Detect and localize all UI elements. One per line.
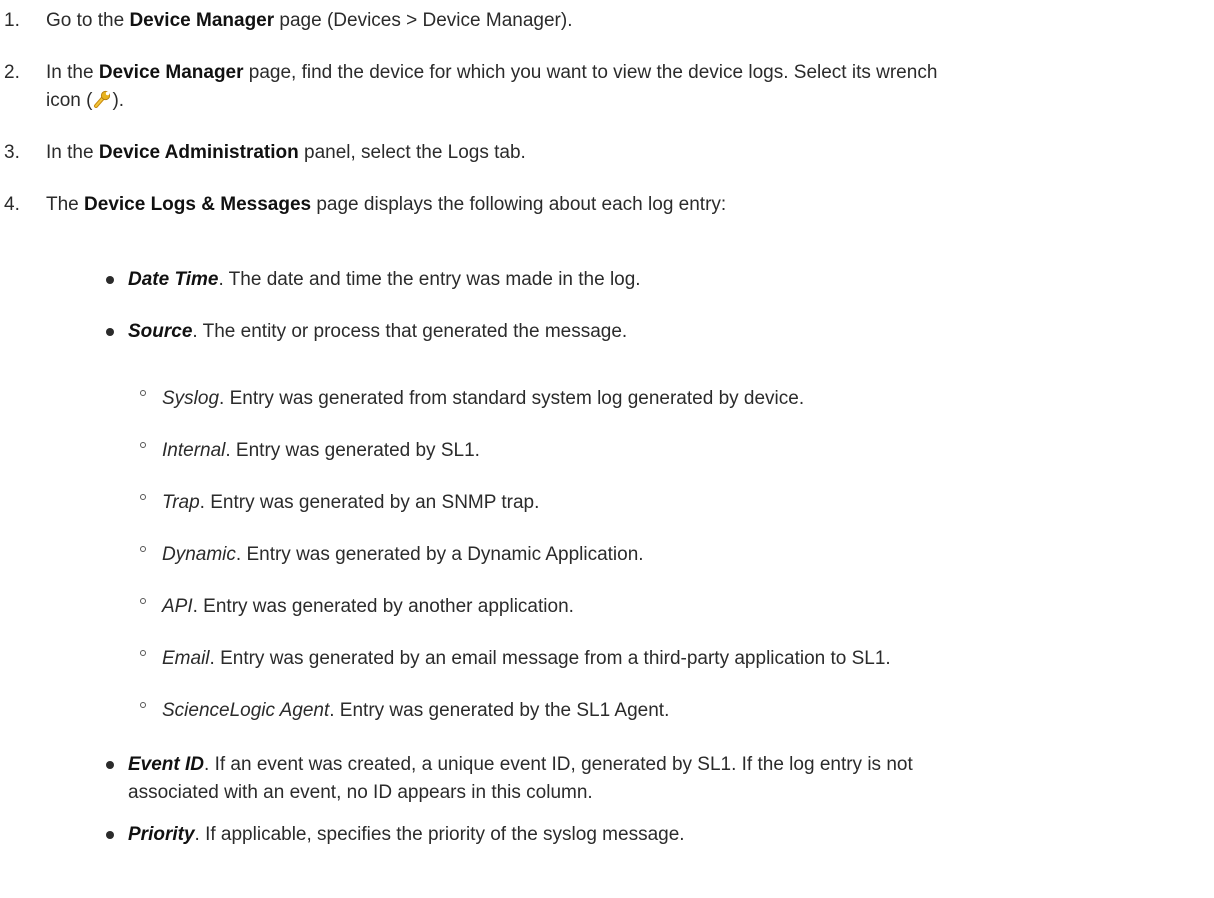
step-2-continued: icon (). xyxy=(46,86,1206,115)
wrench-icon xyxy=(94,90,111,108)
field-description: . If applicable, specifies the priority … xyxy=(194,824,685,845)
source-description: . Entry was generated by another applica… xyxy=(192,596,574,617)
document-page: 1. Go to the Device Manager page (Device… xyxy=(0,0,1214,898)
source-trap: Trap. Entry was generated by an SNMP tra… xyxy=(162,488,1202,517)
step-text: The xyxy=(46,194,85,215)
ui-term: Device Manager xyxy=(98,62,244,83)
step-text: icon ( xyxy=(46,90,93,111)
step-text: panel, select the Logs tab. xyxy=(298,142,526,163)
sub-bullet-dot xyxy=(140,390,146,396)
source-dynamic: Dynamic. Entry was generated by a Dynami… xyxy=(162,540,1202,569)
field-description: . The date and time the entry was made i… xyxy=(218,269,641,290)
bullet-dot xyxy=(106,761,114,769)
source-email: Email. Entry was generated by an email m… xyxy=(162,644,1202,673)
source-sciencelogic-agent: ScienceLogic Agent. Entry was generated … xyxy=(162,696,1202,725)
sub-bullet-dot xyxy=(140,546,146,552)
source-term: Dynamic xyxy=(162,544,236,565)
bullet-dot xyxy=(106,831,114,839)
source-term: API xyxy=(162,596,193,617)
field-priority: Priority. If applicable, specifies the p… xyxy=(128,820,1198,849)
source-api: API. Entry was generated by another appl… xyxy=(162,592,1202,621)
field-description: . If an event was created, a unique even… xyxy=(204,754,913,775)
step-text: page displays the following about each l… xyxy=(311,194,727,215)
step-2: In the Device Manager page, find the dev… xyxy=(46,58,1206,87)
sub-bullet-dot xyxy=(140,702,146,708)
source-description: . Entry was generated from standard syst… xyxy=(219,388,805,409)
source-internal: Internal. Entry was generated by SL1. xyxy=(162,436,1202,465)
source-description: . Entry was generated by an SNMP trap. xyxy=(199,492,540,513)
source-description: . Entry was generated by a Dynamic Appli… xyxy=(235,544,644,565)
sub-bullet-dot xyxy=(140,598,146,604)
source-term: Email xyxy=(162,648,210,669)
field-term: Source xyxy=(128,321,193,342)
bullet-dot xyxy=(106,276,114,284)
step-number: 3. xyxy=(4,142,20,163)
sub-bullet-dot xyxy=(140,494,146,500)
ui-term: Device Logs & Messages xyxy=(84,194,312,215)
field-description: . The entity or process that generated t… xyxy=(192,321,628,342)
ui-term: Device Manager xyxy=(129,10,275,31)
bullet-dot xyxy=(106,328,114,336)
step-number: 2. xyxy=(4,62,20,83)
field-term: Priority xyxy=(128,824,195,845)
step-text: In the xyxy=(46,62,99,83)
ui-term: Device Administration xyxy=(98,142,299,163)
field-source: Source. The entity or process that gener… xyxy=(128,317,1198,346)
field-event-id-continued: associated with an event, no ID appears … xyxy=(128,782,593,803)
source-description: . Entry was generated by the SL1 Agent. xyxy=(329,700,670,721)
step-number: 4. xyxy=(4,194,20,215)
step-text: In the xyxy=(46,142,99,163)
step-text: page, find the device for which you want… xyxy=(243,62,938,83)
step-1: Go to the Device Manager page (Devices >… xyxy=(46,6,1206,35)
step-4: The Device Logs & Messages page displays… xyxy=(46,190,1206,219)
source-description: . Entry was generated by an email messag… xyxy=(209,648,891,669)
field-date-time: Date Time. The date and time the entry w… xyxy=(128,265,1198,294)
source-term: Internal xyxy=(162,440,226,461)
source-description: . Entry was generated by SL1. xyxy=(225,440,480,461)
source-term: Syslog xyxy=(162,388,220,409)
step-3: In the Device Administration panel, sele… xyxy=(46,138,1206,167)
field-term: Event ID xyxy=(128,754,205,775)
step-text: page (Devices > Device Manager). xyxy=(274,10,573,31)
source-syslog: Syslog. Entry was generated from standar… xyxy=(162,384,1202,413)
source-term: Trap xyxy=(162,492,200,513)
step-text: ). xyxy=(112,90,125,111)
field-term: Date Time xyxy=(128,269,219,290)
step-text: Go to the xyxy=(46,10,130,31)
source-term: ScienceLogic Agent xyxy=(162,700,330,721)
field-event-id: Event ID. If an event was created, a uni… xyxy=(128,750,1198,779)
step-number: 1. xyxy=(4,10,20,31)
sub-bullet-dot xyxy=(140,442,146,448)
sub-bullet-dot xyxy=(140,650,146,656)
